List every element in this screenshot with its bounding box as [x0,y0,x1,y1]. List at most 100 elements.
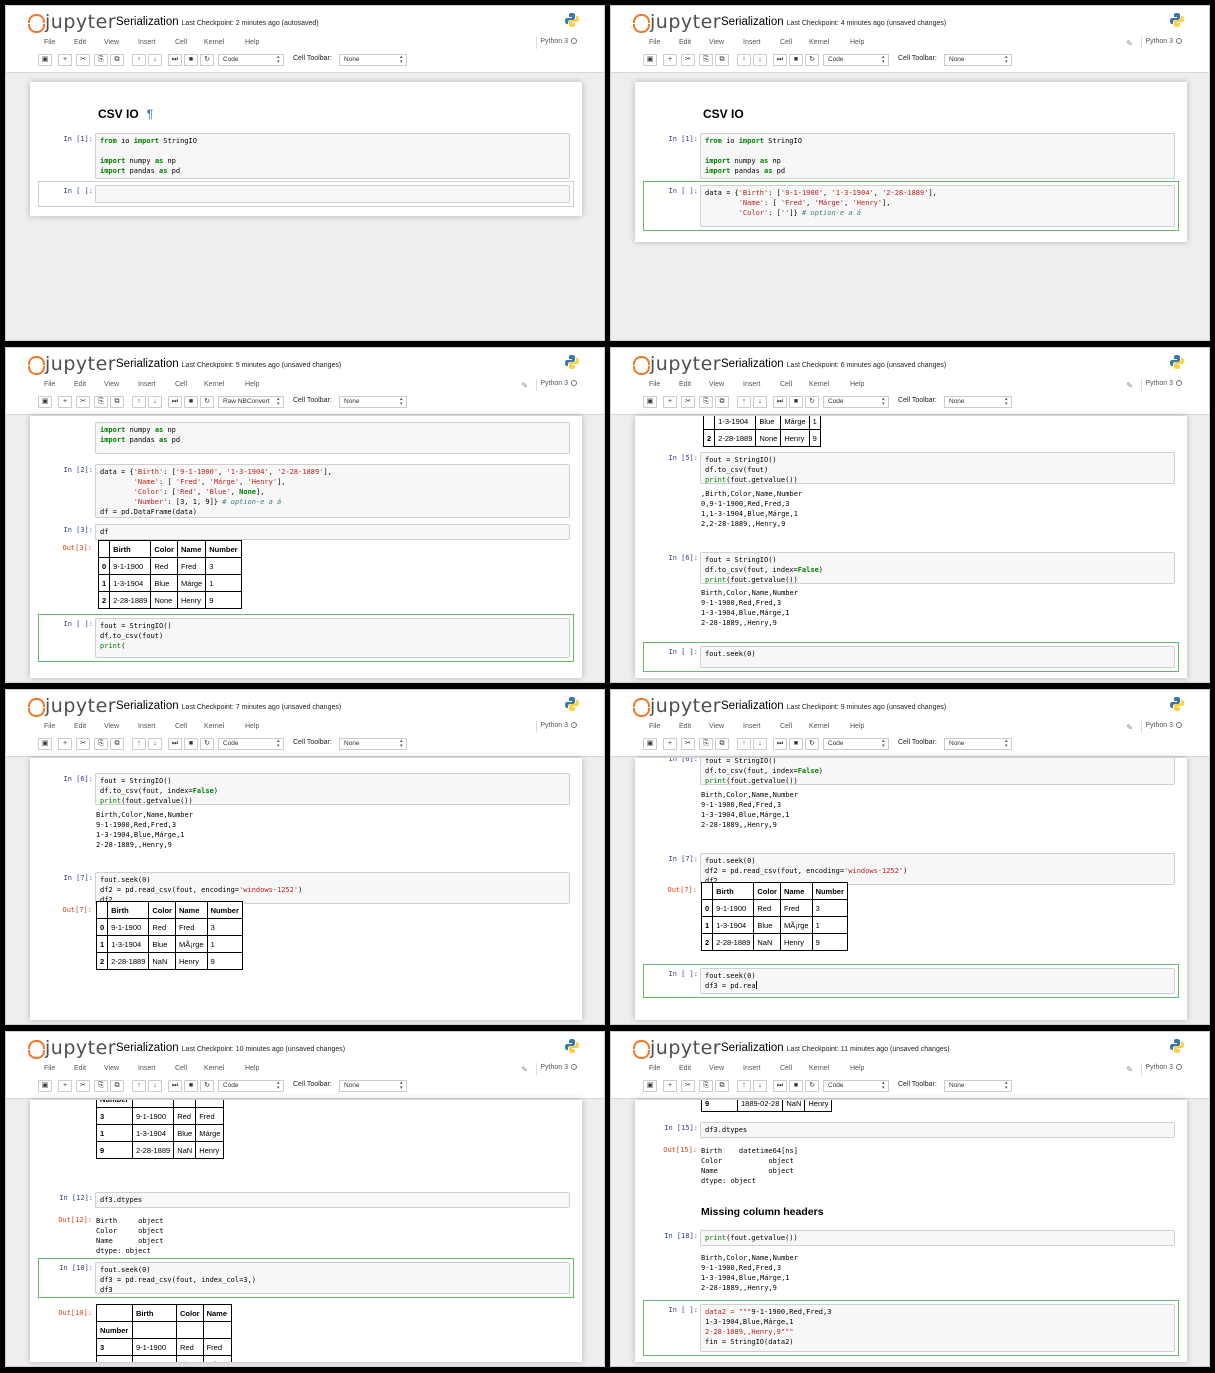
add-cell-button[interactable]: + [663,1080,677,1092]
cell-type-select[interactable]: Code [823,738,889,750]
menu-view[interactable]: View [104,723,119,730]
add-cell-button[interactable]: + [58,1080,72,1092]
cut-button[interactable]: ✂ [76,396,90,408]
menu-insert[interactable]: Insert [743,381,761,388]
menu-file[interactable]: File [649,39,660,46]
cell-type-select[interactable]: Code [823,54,889,66]
stop-button[interactable]: ■ [184,738,198,750]
restart-button[interactable]: ↻ [200,54,214,66]
menu-file[interactable]: File [649,1065,660,1072]
menu-kernel[interactable]: Kernel [809,1065,829,1072]
copy-button[interactable]: ⎘ [94,1080,108,1092]
move-up-button[interactable]: ↑ [132,396,146,408]
move-up-button[interactable]: ↑ [737,738,751,750]
menu-file[interactable]: File [44,381,55,388]
code-cell[interactable]: In [15]: df3.dtypes [643,1118,1179,1142]
menu-file[interactable]: File [649,381,660,388]
code-input[interactable]: fout = StringIO() df.to_csv(fout, index=… [700,758,1175,785]
stop-button[interactable]: ■ [184,1080,198,1092]
menu-cell[interactable]: Cell [175,1065,187,1072]
menu-view[interactable]: View [709,39,724,46]
jupyter-logo[interactable]: jupyter [633,1037,721,1059]
code-input[interactable]: df3.dtypes [95,1192,570,1208]
menu-cell[interactable]: Cell [175,381,187,388]
menu-cell[interactable]: Cell [175,723,187,730]
add-cell-button[interactable]: + [663,54,677,66]
menu-insert[interactable]: Insert [138,723,156,730]
cell-toolbar-select[interactable]: None [339,396,407,408]
notebook-name[interactable]: Serialization [721,1042,784,1054]
cell-type-select[interactable]: Code [218,1080,284,1092]
move-down-button[interactable]: ↓ [753,54,767,66]
move-down-button[interactable]: ↓ [753,396,767,408]
move-up-button[interactable]: ↑ [737,396,751,408]
save-button[interactable]: ▣ [643,54,657,66]
menu-insert[interactable]: Insert [138,39,156,46]
menu-insert[interactable]: Insert [743,1065,761,1072]
stop-button[interactable]: ■ [184,54,198,66]
code-cell[interactable]: In [ ]: fout = StringIO() df.to_csv(fout)… [38,614,574,662]
stop-button[interactable]: ■ [789,54,803,66]
menu-edit[interactable]: Edit [74,39,86,46]
menu-help[interactable]: Help [850,723,864,730]
move-down-button[interactable]: ↓ [148,738,162,750]
stop-button[interactable]: ■ [789,396,803,408]
menu-kernel[interactable]: Kernel [809,381,829,388]
cell-toolbar-select[interactable]: None [339,1080,407,1092]
cut-button[interactable]: ✂ [76,1080,90,1092]
cut-button[interactable]: ✂ [681,396,695,408]
notebook-name[interactable]: Serialization [721,358,784,370]
code-input[interactable] [95,185,570,203]
cell-type-select[interactable]: Code [218,54,284,66]
copy-button[interactable]: ⎘ [699,738,713,750]
menu-file[interactable]: File [649,723,660,730]
code-cell[interactable]: In [6]: fout = StringIO() df.to_csv(fout,… [38,769,574,809]
menu-insert[interactable]: Insert [138,381,156,388]
code-input[interactable]: fout = StringIO() df.to_csv(fout, index=… [95,773,570,805]
copy-button[interactable]: ⎘ [699,54,713,66]
notebook-name[interactable]: Serialization [116,16,179,28]
jupyter-logo[interactable]: jupyter [633,353,721,375]
menu-edit[interactable]: Edit [679,39,691,46]
cut-button[interactable]: ✂ [681,1080,695,1092]
move-up-button[interactable]: ↑ [737,1080,751,1092]
menu-view[interactable]: View [104,39,119,46]
notebook-title[interactable]: Serialization Last Checkpoint: 6 minutes … [721,358,946,370]
menu-help[interactable]: Help [245,1065,259,1072]
code-cell[interactable]: In [ ]: data = {'Birth': ['9-1-1900', '1-… [643,181,1179,231]
notebook-title[interactable]: Serialization Last Checkpoint: 7 minutes … [116,700,341,712]
restart-button[interactable]: ↻ [805,54,819,66]
copy-button[interactable]: ⎘ [699,1080,713,1092]
code-cell[interactable]: In [10]: fout.seek(0) df3 = pd.read_csv(f… [38,1258,574,1298]
save-button[interactable]: ▣ [643,1080,657,1092]
menu-kernel[interactable]: Kernel [204,39,224,46]
menu-edit[interactable]: Edit [679,381,691,388]
restart-button[interactable]: ↻ [200,1080,214,1092]
run-button[interactable]: ⏭ [773,396,787,408]
move-up-button[interactable]: ↑ [132,1080,146,1092]
menu-cell[interactable]: Cell [780,1065,792,1072]
code-input[interactable]: fout.seek(0) df3 = pd.read_csv(fout, ind… [95,1262,570,1294]
restart-button[interactable]: ↻ [200,396,214,408]
code-input[interactable]: from io import StringIO import numpy as … [700,133,1175,179]
move-up-button[interactable]: ↑ [132,54,146,66]
menu-cell[interactable]: Cell [780,39,792,46]
cell-type-select[interactable]: Raw NBConvert [218,396,284,408]
menu-view[interactable]: View [104,1065,119,1072]
menu-insert[interactable]: Insert [743,39,761,46]
save-button[interactable]: ▣ [643,738,657,750]
run-button[interactable]: ⏭ [168,1080,182,1092]
save-button[interactable]: ▣ [38,1080,52,1092]
copy-button[interactable]: ⎘ [94,738,108,750]
code-cell[interactable]: In [ ]: data2 = """9-1-1900,Red,Fred,3 1-… [643,1300,1179,1356]
move-up-button[interactable]: ↑ [737,54,751,66]
restart-button[interactable]: ↻ [200,738,214,750]
menu-view[interactable]: View [104,381,119,388]
restart-button[interactable]: ↻ [805,1080,819,1092]
code-cell[interactable]: In [18]: print(fout.getvalue()) [643,1226,1179,1250]
code-input[interactable]: df [95,524,570,540]
notebook-name[interactable]: Serialization [116,1042,179,1054]
restart-button[interactable]: ↻ [805,738,819,750]
cell-toolbar-select[interactable]: None [944,396,1012,408]
paste-button[interactable]: ⧉ [110,1080,124,1092]
